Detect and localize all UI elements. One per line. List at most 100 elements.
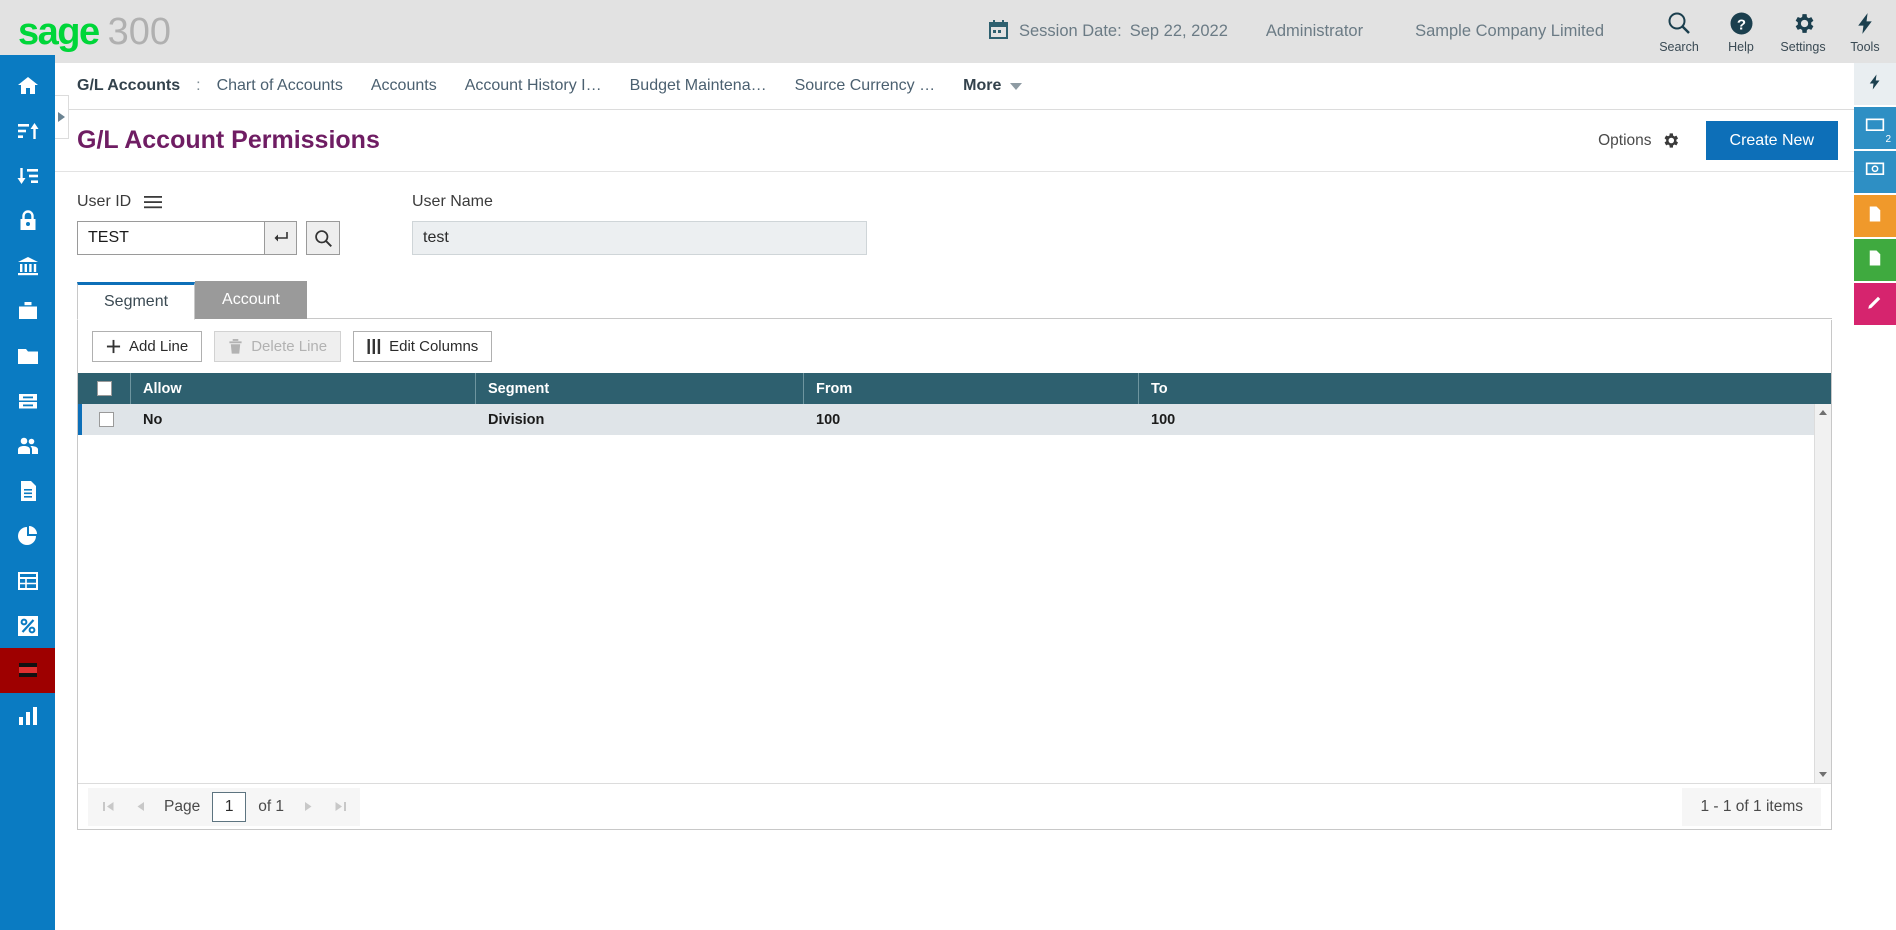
nav-link-chart-of-accounts[interactable]: Chart of Accounts (217, 77, 343, 95)
home-icon (16, 74, 40, 98)
sidebar-expander-button[interactable] (55, 95, 69, 139)
bank-icon (16, 254, 40, 278)
options-button[interactable]: Options (1598, 131, 1679, 150)
row-checkbox[interactable] (99, 412, 114, 427)
company-name-label: Sample Company Limited (1415, 22, 1604, 41)
users-icon (16, 434, 40, 458)
clock-rail-icon (1865, 160, 1885, 185)
user-id-finder-button[interactable] (306, 221, 340, 255)
sidebar-item-bar-chart[interactable] (0, 693, 55, 738)
previous-page-button[interactable] (124, 792, 156, 822)
user-name-value: test (412, 221, 867, 255)
svg-text:?: ? (1736, 16, 1745, 33)
cell-from[interactable]: 100 (804, 404, 1139, 435)
grid-panel: Add Line Delete Line (77, 320, 1832, 830)
user-id-field-group: User ID (77, 192, 340, 255)
nav-link-source-currency[interactable]: Source Currency … (795, 77, 936, 95)
tools-label: Tools (1850, 40, 1879, 54)
sidebar-item-sort-asc[interactable] (0, 108, 55, 153)
grid-column-allow[interactable]: Allow (131, 373, 476, 404)
nav-more-button[interactable]: More (963, 77, 1022, 95)
settings-button[interactable]: Settings (1772, 0, 1834, 63)
grid-column-segment[interactable]: Segment (476, 373, 804, 404)
pen-rail-icon (1866, 293, 1884, 316)
cell-segment[interactable]: Division (476, 404, 804, 435)
sidebar-item-folder[interactable] (0, 333, 55, 378)
table-row[interactable]: No Division 100 100 (78, 404, 1814, 435)
chevron-right-icon (58, 112, 65, 122)
search-label: Search (1659, 40, 1699, 54)
rail-item-orange-doc[interactable] (1854, 195, 1896, 237)
grid-select-all-cell (78, 373, 131, 404)
delete-line-button[interactable]: Delete Line (214, 331, 341, 362)
sidebar-item-document[interactable] (0, 468, 55, 513)
add-line-button[interactable]: Add Line (92, 331, 202, 362)
tab-segment[interactable]: Segment (77, 282, 195, 320)
help-label: Help (1728, 40, 1754, 54)
sidebar-item-briefcase[interactable] (0, 288, 55, 333)
page-number-input[interactable] (212, 792, 246, 822)
current-user-label: Administrator (1266, 22, 1363, 41)
nav-link-accounts[interactable]: Accounts (371, 77, 437, 95)
row-select-cell (82, 404, 131, 435)
page-total-label: of 1 (258, 798, 284, 816)
rail-item-lightning[interactable] (1854, 63, 1896, 105)
sidebar-item-drawer[interactable] (0, 378, 55, 423)
tab-bar: Segment Account (77, 281, 1854, 319)
last-page-button[interactable] (324, 792, 356, 822)
form-fields-row: User ID (77, 192, 1854, 255)
document-icon (16, 479, 40, 503)
tab-account[interactable]: Account (195, 281, 307, 319)
sidebar-item-table[interactable] (0, 558, 55, 603)
cell-to[interactable]: 100 (1139, 404, 1814, 435)
sidebar-item-flag[interactable] (0, 648, 55, 693)
first-page-button[interactable] (92, 792, 124, 822)
grid-vertical-scrollbar[interactable] (1814, 404, 1831, 783)
logo-300-text: 300 (108, 13, 171, 51)
scroll-up-button[interactable] (1815, 404, 1831, 421)
rail-item-monitor[interactable]: 2 (1854, 107, 1896, 149)
sidebar-item-home[interactable] (0, 63, 55, 108)
help-button[interactable]: ? Help (1710, 0, 1772, 63)
nav-link-budget-maintenance[interactable]: Budget Maintena… (630, 77, 767, 95)
rail-item-clock[interactable] (1854, 151, 1896, 193)
rail-item-green-doc[interactable] (1854, 239, 1896, 281)
sage-300-logo[interactable]: sage 300 (18, 13, 171, 51)
breadcrumb-root[interactable]: G/L Accounts (77, 77, 180, 95)
scroll-down-button[interactable] (1815, 766, 1831, 783)
page-label: Page (164, 798, 200, 816)
create-new-button[interactable]: Create New (1706, 121, 1838, 160)
sidebar-item-pie-chart[interactable] (0, 513, 55, 558)
sidebar-item-bank[interactable] (0, 243, 55, 288)
rail-badge-count: 2 (1885, 134, 1891, 145)
sidebar-item-users[interactable] (0, 423, 55, 468)
select-all-checkbox[interactable] (97, 381, 112, 396)
page-title: G/L Account Permissions (77, 126, 380, 155)
briefcase-icon (16, 299, 40, 323)
sidebar-item-security[interactable] (0, 198, 55, 243)
percent-icon (16, 614, 40, 638)
green-doc-rail-icon (1866, 249, 1884, 272)
user-id-label: User ID (77, 193, 131, 211)
filter-form: User ID (55, 172, 1854, 255)
rail-item-pen[interactable] (1854, 283, 1896, 325)
breadcrumb: G/L Accounts : Chart of Accounts Account… (55, 63, 1854, 110)
edit-columns-button[interactable]: Edit Columns (353, 331, 492, 362)
delete-line-label: Delete Line (251, 338, 327, 355)
list-icon[interactable] (144, 195, 162, 209)
sidebar-item-percent[interactable] (0, 603, 55, 648)
page-header: G/L Account Permissions Options Create N… (55, 110, 1854, 172)
nav-link-account-history[interactable]: Account History I… (465, 77, 602, 95)
grid-column-to[interactable]: To (1139, 373, 1831, 404)
tools-button[interactable]: Tools (1834, 0, 1896, 63)
plus-icon (106, 339, 121, 354)
grid-column-from[interactable]: From (804, 373, 1139, 404)
user-id-go-button[interactable] (265, 221, 297, 255)
sidebar-item-sort-desc[interactable] (0, 153, 55, 198)
cell-allow[interactable]: No (131, 404, 476, 435)
edit-columns-label: Edit Columns (389, 338, 478, 355)
chevron-down-icon (1010, 83, 1022, 90)
next-page-button[interactable] (292, 792, 324, 822)
user-id-input[interactable] (77, 221, 265, 255)
search-button[interactable]: Search (1648, 0, 1710, 63)
